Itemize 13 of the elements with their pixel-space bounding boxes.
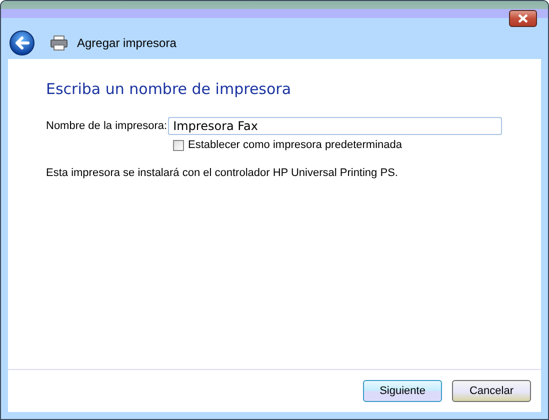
close-icon <box>517 14 529 23</box>
field-label: Nombre de la impresora: <box>46 120 168 132</box>
checkbox[interactable] <box>173 140 184 150</box>
cancel-button[interactable]: Cancelar <box>452 380 531 402</box>
printer-name-field[interactable]: Impresora Fax <box>168 117 502 135</box>
driver-info-text: Esta impresora se instalará con el controlador HP Universal Printing PS. <box>46 167 399 179</box>
page-heading: Escriba un nombre de impresora <box>46 80 292 98</box>
default-printer-checkbox[interactable]: Establecer como impresora predeterminada <box>173 139 402 151</box>
next-button[interactable]: Siguiente <box>363 380 442 402</box>
printer-icon <box>50 34 68 50</box>
back-button[interactable] <box>9 30 35 56</box>
close-button[interactable] <box>509 10 537 27</box>
window-title: Agregar impresora <box>77 36 176 50</box>
